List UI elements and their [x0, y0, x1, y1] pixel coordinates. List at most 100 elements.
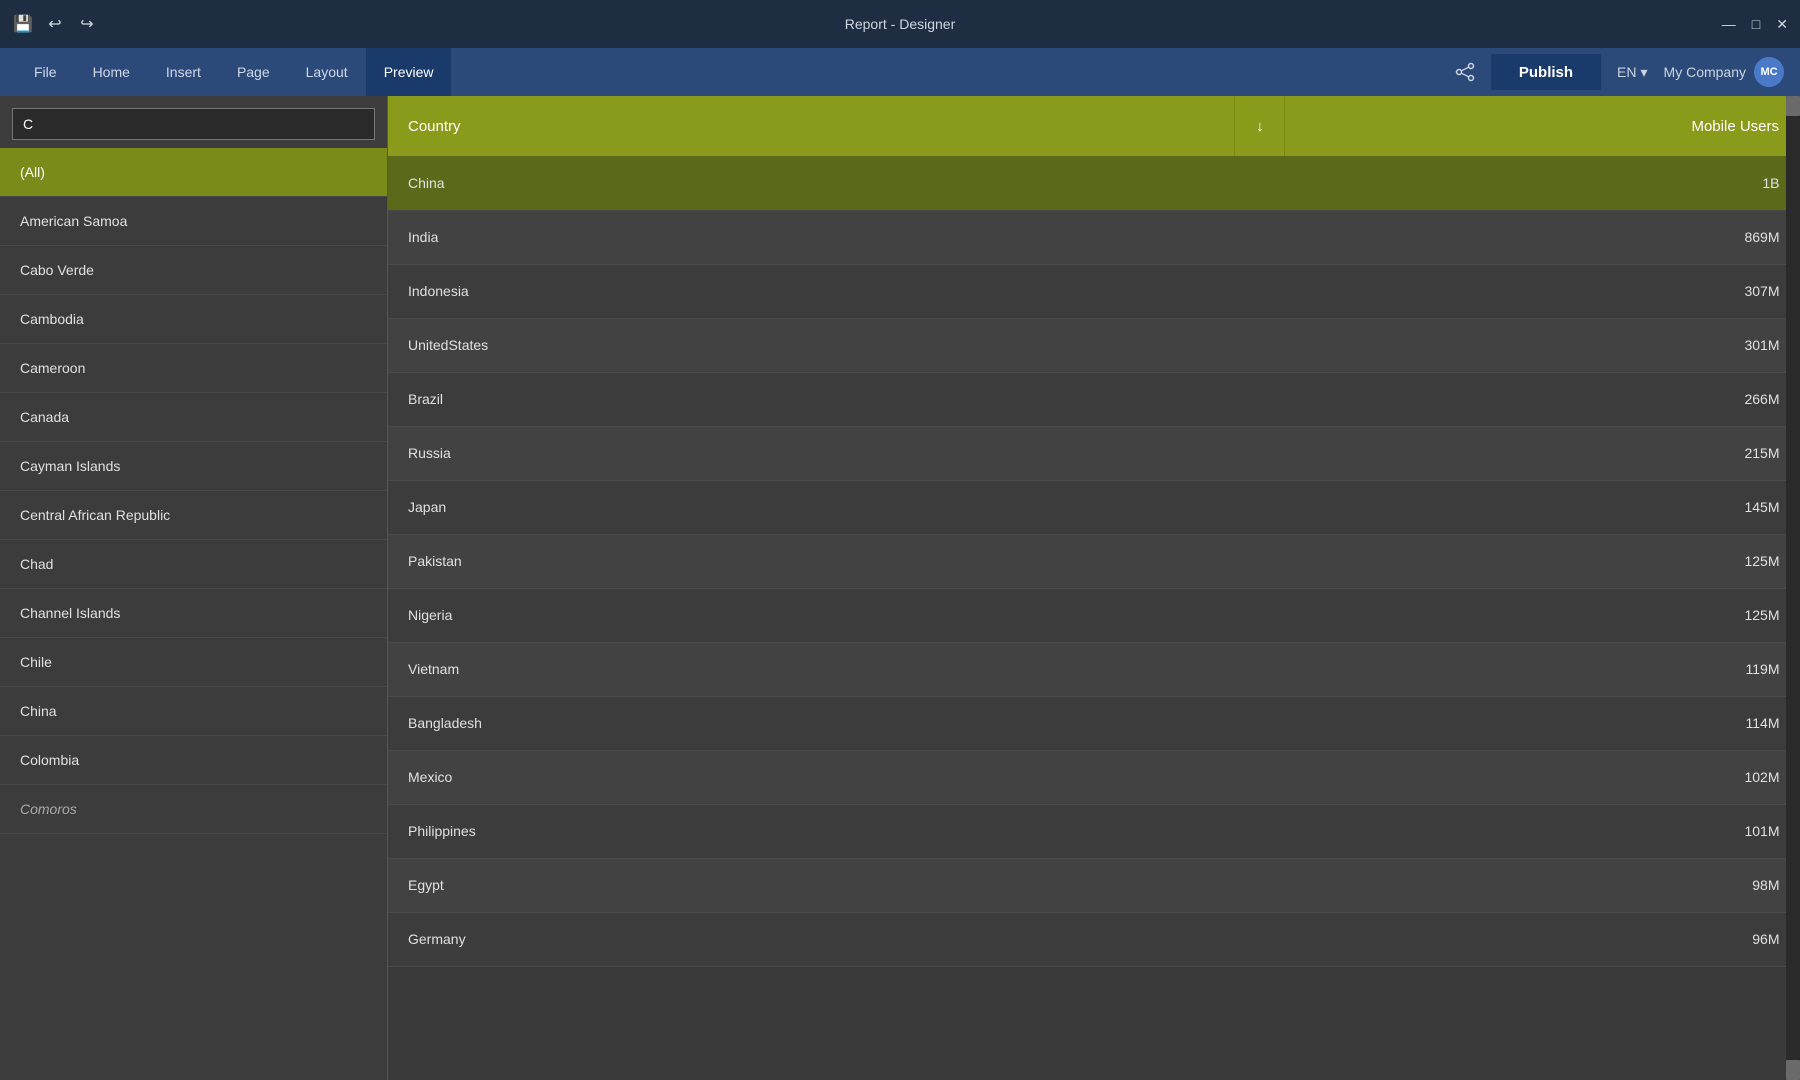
cell-users: 266M — [1285, 372, 1800, 426]
cell-sort — [1235, 480, 1285, 534]
menu-item-insert[interactable]: Insert — [148, 48, 219, 96]
table-row: Germany 96M — [388, 912, 1800, 966]
table-row: UnitedStates301M — [388, 318, 1800, 372]
cell-country: Indonesia — [388, 264, 1235, 318]
list-item-chile[interactable]: Chile — [0, 638, 387, 687]
cell-sort — [1235, 858, 1285, 912]
cell-country: India — [388, 210, 1235, 264]
list-item-cayman-islands[interactable]: Cayman Islands — [0, 442, 387, 491]
column-header-country[interactable]: Country — [388, 96, 1235, 156]
cell-sort — [1235, 642, 1285, 696]
close-button[interactable]: ✕ — [1776, 16, 1788, 33]
cell-users: 1B — [1285, 156, 1800, 210]
data-table: Country ↓ Mobile Users China1BIndia869MI… — [388, 96, 1800, 967]
cell-country: UnitedStates — [388, 318, 1235, 372]
minimize-button[interactable]: — — [1722, 16, 1736, 32]
cell-users: 869M — [1285, 210, 1800, 264]
cell-country: Nigeria — [388, 588, 1235, 642]
data-table-panel: Country ↓ Mobile Users China1BIndia869MI… — [388, 96, 1800, 1080]
cell-users: 125M — [1285, 588, 1800, 642]
cell-users: 114M — [1285, 696, 1800, 750]
cell-sort — [1235, 588, 1285, 642]
menu-item-layout[interactable]: Layout — [288, 48, 366, 96]
menu-right: Publish EN ▾ My Company MC — [1447, 48, 1800, 96]
redo-icon[interactable]: ↪ — [76, 13, 98, 35]
cell-sort — [1235, 318, 1285, 372]
cell-country: Mexico — [388, 750, 1235, 804]
content-area: (All) American Samoa Cabo Verde Cambodia… — [0, 96, 1800, 1080]
list-item-central-african-republic[interactable]: Central African Republic — [0, 491, 387, 540]
cell-users: 98M — [1285, 858, 1800, 912]
list-item-cameroon[interactable]: Cameroon — [0, 344, 387, 393]
list-item-comoros[interactable]: Comoros — [0, 785, 387, 834]
table-container: Country ↓ Mobile Users China1BIndia869MI… — [388, 96, 1800, 1080]
list-item-all[interactable]: (All) — [0, 148, 387, 197]
table-row: Russia215M — [388, 426, 1800, 480]
column-sort-indicator[interactable]: ↓ — [1235, 96, 1285, 156]
table-row: Brazil 266M — [388, 372, 1800, 426]
publish-button[interactable]: Publish — [1491, 54, 1601, 90]
menu-item-home[interactable]: Home — [75, 48, 148, 96]
user-section[interactable]: My Company MC — [1664, 57, 1784, 87]
table-row: Nigeria 125M — [388, 588, 1800, 642]
cell-country: Germany — [388, 912, 1235, 966]
cell-sort — [1235, 750, 1285, 804]
cell-sort — [1235, 912, 1285, 966]
list-item-channel-islands[interactable]: Channel Islands — [0, 589, 387, 638]
cell-users: 307M — [1285, 264, 1800, 318]
cell-users: 101M — [1285, 804, 1800, 858]
list-item-american-samoa[interactable]: American Samoa — [0, 197, 387, 246]
share-button[interactable] — [1447, 54, 1483, 90]
cell-sort — [1235, 426, 1285, 480]
table-row: Pakistan125M — [388, 534, 1800, 588]
cell-country: Japan — [388, 480, 1235, 534]
cell-sort — [1235, 696, 1285, 750]
cell-users: 145M — [1285, 480, 1800, 534]
menu-item-preview[interactable]: Preview — [366, 48, 452, 96]
undo-icon[interactable]: ↩ — [44, 13, 66, 35]
menu-item-file[interactable]: File — [16, 48, 75, 96]
window-title: Report - Designer — [845, 16, 956, 32]
user-avatar: MC — [1754, 57, 1784, 87]
cell-country: Vietnam — [388, 642, 1235, 696]
menu-bar: File Home Insert Page Layout Preview Pub… — [0, 48, 1800, 96]
list-item-colombia[interactable]: Colombia — [0, 736, 387, 785]
table-row: Bangladesh 114M — [388, 696, 1800, 750]
cell-country: Bangladesh — [388, 696, 1235, 750]
cell-sort — [1235, 210, 1285, 264]
table-row: Philippines101M — [388, 804, 1800, 858]
menu-item-page[interactable]: Page — [219, 48, 288, 96]
cell-sort — [1235, 372, 1285, 426]
cell-sort — [1235, 534, 1285, 588]
table-scrollbar[interactable] — [1786, 96, 1800, 1080]
title-bar: 💾 ↩ ↪ Report - Designer — □ ✕ — [0, 0, 1800, 48]
list-item-cabo-verde[interactable]: Cabo Verde — [0, 246, 387, 295]
save-icon[interactable]: 💾 — [12, 13, 34, 35]
scrollbar-thumb-bottom — [1786, 1060, 1800, 1080]
table-header-row: Country ↓ Mobile Users — [388, 96, 1800, 156]
search-box — [12, 108, 375, 140]
cell-users: 119M — [1285, 642, 1800, 696]
table-row: China 1B — [388, 156, 1800, 210]
cell-country: China — [388, 156, 1235, 210]
cell-sort — [1235, 156, 1285, 210]
cell-country: Russia — [388, 426, 1235, 480]
list-item-chad[interactable]: Chad — [0, 540, 387, 589]
table-row: Egypt 98M — [388, 858, 1800, 912]
filter-panel: (All) American Samoa Cabo Verde Cambodia… — [0, 96, 388, 1080]
table-row: India 869M — [388, 210, 1800, 264]
table-row: Indonesia 307M — [388, 264, 1800, 318]
column-header-mobile-users[interactable]: Mobile Users — [1285, 96, 1800, 156]
window-controls: — □ ✕ — [1722, 16, 1788, 33]
cell-users: 96M — [1285, 912, 1800, 966]
list-item-cambodia[interactable]: Cambodia — [0, 295, 387, 344]
maximize-button[interactable]: □ — [1752, 16, 1760, 32]
search-input[interactable] — [12, 108, 375, 140]
list-item-canada[interactable]: Canada — [0, 393, 387, 442]
language-selector[interactable]: EN ▾ — [1609, 64, 1655, 81]
scrollbar-thumb-top — [1786, 96, 1800, 116]
filter-list[interactable]: (All) American Samoa Cabo Verde Cambodia… — [0, 148, 387, 1080]
list-item-china[interactable]: China — [0, 687, 387, 736]
cell-country: Egypt — [388, 858, 1235, 912]
cell-country: Brazil — [388, 372, 1235, 426]
